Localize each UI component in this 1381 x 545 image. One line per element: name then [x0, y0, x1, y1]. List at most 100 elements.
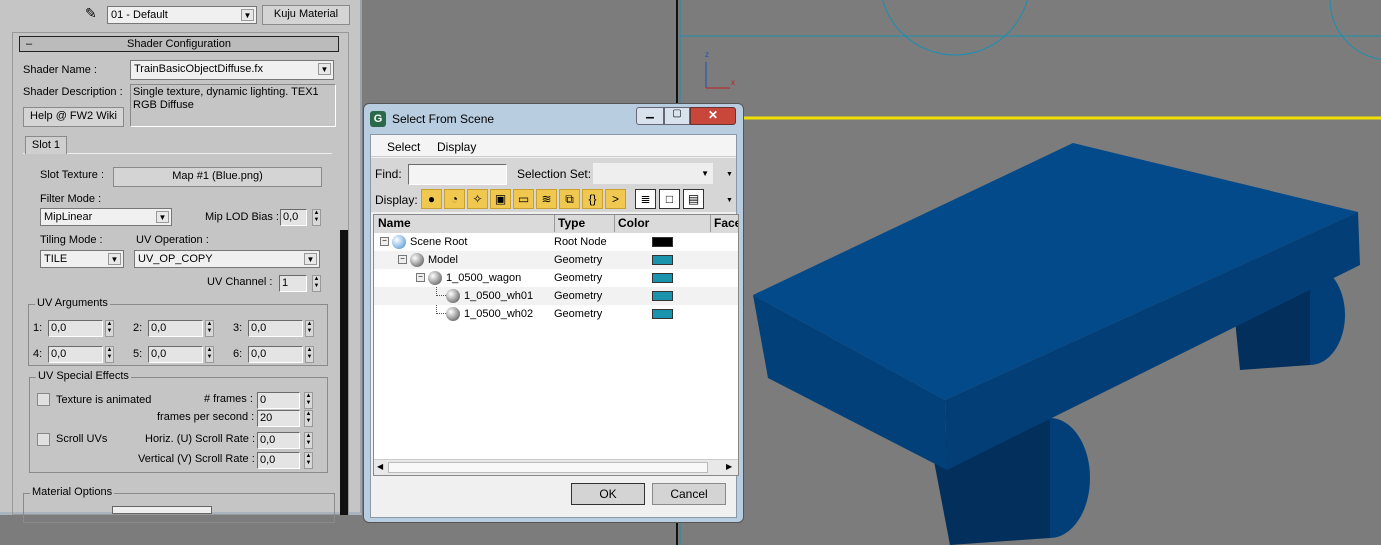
select-none-icon[interactable]: □	[659, 189, 680, 209]
uv-operation-label: UV Operation :	[136, 234, 209, 246]
mip-lod-spinner[interactable]: ▲ ▼	[312, 209, 321, 226]
eyedropper-icon[interactable]: ✎	[85, 5, 97, 22]
row-type: Geometry	[554, 308, 603, 320]
uv-channel-spinner[interactable]: ▲ ▼	[312, 275, 321, 292]
uv-arg-input[interactable]: 0,0	[248, 320, 303, 337]
tiling-mode-dropdown[interactable]: TILE ▼	[40, 250, 124, 268]
row-color-swatch[interactable]	[652, 237, 673, 247]
table-row[interactable]: − Scene Root Root Node	[374, 233, 738, 251]
horiz-rate-input[interactable]: 0,0	[257, 432, 300, 449]
sphere-icon	[446, 289, 460, 303]
collapse-toggle-icon[interactable]: −	[380, 237, 389, 246]
frames-input[interactable]: 0	[257, 392, 300, 409]
help-wiki-button[interactable]: Help @ FW2 Wiki	[23, 107, 124, 127]
collapse-toggle-icon[interactable]: −	[416, 273, 425, 282]
texture-animated-checkbox[interactable]	[37, 393, 50, 406]
table-row[interactable]: 1_0500_wh02 Geometry	[374, 305, 738, 323]
horizontal-scrollbar[interactable]: ◀ ▶	[374, 459, 738, 475]
minimize-button[interactable]: ▁	[636, 107, 664, 125]
row-color-swatch[interactable]	[652, 291, 673, 301]
uv-arg-input[interactable]: 0,0	[148, 320, 203, 337]
selection-set-dropdown[interactable]: ▼	[593, 163, 713, 184]
table-row[interactable]: − 1_0500_wagon Geometry	[374, 269, 738, 287]
display-lights-icon[interactable]: ✧	[467, 189, 488, 209]
ok-button[interactable]: OK	[571, 483, 645, 505]
display-spacewarps-icon[interactable]: ≋	[536, 189, 557, 209]
uv-arg-spinner[interactable]: ▲ ▼	[305, 320, 314, 337]
display-helpers-icon[interactable]: ▭	[513, 189, 534, 209]
select-all-icon[interactable]: ≣	[635, 189, 656, 209]
find-input[interactable]	[408, 164, 507, 185]
row-name: 1_0500_wagon	[446, 272, 522, 284]
table-row[interactable]: 1_0500_wh01 Geometry	[374, 287, 738, 305]
axis-z-label: z	[705, 50, 709, 59]
uv-arg-input[interactable]: 0,0	[48, 320, 103, 337]
uv-arg-spinner[interactable]: ▲ ▼	[205, 346, 214, 363]
row-type: Geometry	[554, 254, 603, 266]
collapse-toggle-icon[interactable]: −	[398, 255, 407, 264]
display-shapes-icon[interactable]: ◔	[444, 189, 465, 209]
filter-mode-dropdown[interactable]: MipLinear ▼	[40, 208, 172, 226]
cancel-button[interactable]: Cancel	[652, 483, 726, 505]
uv-arg-label: 3:	[233, 322, 243, 334]
select-from-scene-dialog: G Select From Scene ▁ ▢ ✕ Select Display…	[363, 103, 744, 523]
find-label: Find:	[375, 167, 402, 181]
uv-channel-input[interactable]: 1	[279, 275, 307, 292]
uv-arg-spinner[interactable]: ▲ ▼	[105, 346, 114, 363]
display-geometry-icon[interactable]: ●	[421, 189, 442, 209]
scrollbar[interactable]	[340, 230, 348, 515]
scene-list: Name Type Color Faces −Scene RootRoot No…	[373, 214, 739, 476]
uv-arg-input[interactable]: 0,0	[48, 346, 103, 363]
shader-config-rollout[interactable]: – Shader Configuration	[19, 36, 339, 52]
uv-arg-input[interactable]: 0,0	[248, 346, 303, 363]
display-label: Display:	[375, 193, 418, 207]
shader-name-dropdown[interactable]: TrainBasicObjectDiffuse.fx ▼	[130, 60, 334, 80]
sphere-icon	[410, 253, 424, 267]
options-dropdown-icon[interactable]: ▼	[726, 171, 733, 178]
menu-display[interactable]: Display	[437, 140, 476, 154]
scroll-right-icon[interactable]: ▶	[726, 462, 732, 471]
uv-arg-spinner[interactable]: ▲ ▼	[305, 346, 314, 363]
uv-operation-dropdown[interactable]: UV_OP_COPY ▼	[134, 250, 320, 268]
column-name[interactable]: Name	[378, 215, 411, 232]
shader-name-label: Shader Name :	[23, 64, 97, 76]
display-groups-icon[interactable]: ⧉	[559, 189, 580, 209]
mip-lod-input[interactable]: 0,0	[280, 209, 307, 226]
uv-arg-input[interactable]: 0,0	[148, 346, 203, 363]
select-invert-icon[interactable]: ▤	[683, 189, 704, 209]
vert-rate-input[interactable]: 0,0	[257, 452, 300, 469]
vert-rate-label: Vertical (V) Scroll Rate :	[138, 453, 255, 465]
scroll-uvs-checkbox[interactable]	[37, 433, 50, 446]
close-button[interactable]: ✕	[690, 107, 736, 125]
uv-arg-spinner[interactable]: ▲ ▼	[205, 320, 214, 337]
group-title: UV Arguments	[35, 297, 110, 309]
column-type[interactable]: Type	[554, 215, 585, 232]
menu-select[interactable]: Select	[387, 140, 420, 154]
column-faces[interactable]: Faces	[710, 215, 738, 232]
fps-spinner[interactable]: ▲ ▼	[304, 410, 313, 427]
uv-arg-spinner[interactable]: ▲ ▼	[105, 320, 114, 337]
fps-input[interactable]: 20	[257, 410, 300, 427]
row-color-swatch[interactable]	[652, 273, 673, 283]
uv-arg-label: 4:	[33, 348, 43, 360]
frames-spinner[interactable]: ▲ ▼	[304, 392, 313, 409]
display-cameras-icon[interactable]: ▣	[490, 189, 511, 209]
tab-slot-1[interactable]: Slot 1	[25, 136, 67, 154]
display-xrefs-icon[interactable]: {}	[582, 189, 603, 209]
table-row[interactable]: − Model Geometry	[374, 251, 738, 269]
maximize-button[interactable]: ▢	[664, 107, 690, 125]
display-bones-icon[interactable]: >	[605, 189, 626, 209]
material-selector[interactable]: 01 - Default ▼	[107, 6, 257, 24]
row-color-swatch[interactable]	[652, 255, 673, 265]
slot-texture-button[interactable]: Map #1 (Blue.png)	[113, 167, 322, 187]
column-color[interactable]: Color	[614, 215, 710, 232]
display-options-dropdown-icon[interactable]: ▼	[726, 197, 733, 204]
dialog-title: Select From Scene	[392, 112, 495, 126]
row-color-swatch[interactable]	[652, 309, 673, 319]
row-type: Geometry	[554, 290, 603, 302]
horiz-rate-spinner[interactable]: ▲ ▼	[304, 432, 313, 449]
scroll-left-icon[interactable]: ◀	[377, 462, 383, 471]
material-type-button[interactable]: Kuju Material	[262, 5, 350, 25]
row-name: 1_0500_wh02	[464, 308, 534, 320]
vert-rate-spinner[interactable]: ▲ ▼	[304, 452, 313, 469]
